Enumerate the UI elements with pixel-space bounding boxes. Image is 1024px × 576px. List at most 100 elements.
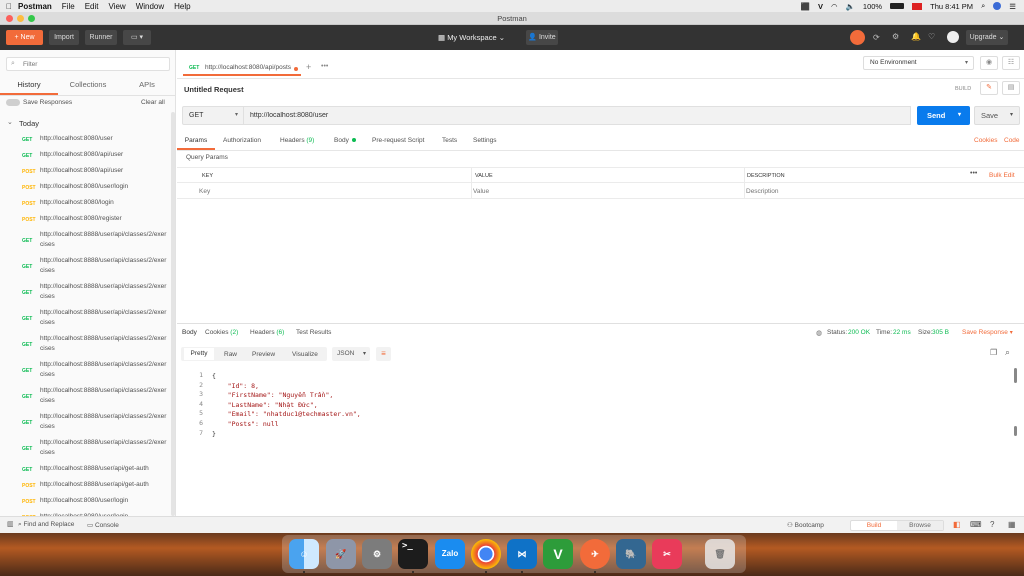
environment-quick-look-button[interactable]: ◉ (980, 56, 998, 70)
manage-environments-button[interactable]: ☷ (1002, 56, 1020, 70)
history-item[interactable]: GET http://localhost:8888/user/api/classe… (0, 412, 172, 438)
keyboard-shortcuts-icon[interactable]: ⌨ (970, 520, 982, 529)
history-item[interactable]: GET http://localhost:8080/api/user (0, 150, 172, 166)
chrome-icon[interactable] (471, 539, 501, 569)
filter-box[interactable]: ⌕ (6, 57, 170, 71)
documentation-button[interactable]: ▤ (1002, 81, 1020, 95)
response-tab-cookies[interactable]: Cookies (2) (205, 329, 238, 336)
status-app-icon[interactable]: ⬛ (801, 2, 810, 11)
sidebar-scrollbar[interactable] (171, 112, 175, 516)
code-link[interactable]: Code (1004, 137, 1020, 144)
save-responses-toggle[interactable] (6, 99, 20, 106)
build-toggle[interactable]: Build (851, 521, 897, 530)
system-preferences-icon[interactable]: ⚙ (362, 539, 392, 569)
two-pane-view-icon[interactable]: ◧ (953, 520, 961, 529)
terminal-icon[interactable]: >_ (398, 539, 428, 569)
tab-tests[interactable]: Tests (442, 137, 457, 144)
battery-percent[interactable]: 100% (863, 2, 882, 11)
history-item[interactable]: GET http://localhost:8888/user/api/classe… (0, 282, 172, 308)
history-item[interactable]: POST http://localhost:8080/login (0, 198, 172, 214)
clock[interactable]: Thu 8:41 PM (930, 2, 973, 11)
response-tab-body[interactable]: Body (182, 329, 197, 336)
vscode-icon[interactable]: ⋈ (507, 539, 537, 569)
postgresql-icon[interactable]: 🐘 (616, 539, 646, 569)
spotlight-search-icon[interactable]: ⌕ (981, 1, 985, 11)
menu-edit[interactable]: Edit (85, 2, 99, 11)
history-item[interactable]: POST http://localhost:8080/user/login (0, 182, 172, 198)
profile-avatar[interactable] (947, 31, 959, 43)
interceptor-icon[interactable]: ⟳ (873, 33, 880, 42)
minimize-window-icon[interactable] (17, 15, 24, 22)
response-body-code[interactable]: 1 {2 "Id": 8, 3 "FirstName": "Nguyễn Trần"… (177, 367, 1024, 487)
bootcamp-button[interactable]: ⚇ Bootcamp (787, 521, 824, 529)
history-item[interactable]: GET http://localhost:8888/user/api/classe… (0, 308, 172, 334)
tab-headers[interactable]: Headers (9) (280, 137, 314, 144)
add-tab-icon[interactable]: + (306, 62, 311, 72)
help-icon[interactable]: ? (990, 520, 994, 529)
history-item[interactable]: GET http://localhost:8888/user/api/get-au… (0, 464, 172, 480)
search-icon[interactable]: ⌕ (1005, 347, 1010, 358)
chevron-down-icon[interactable]: ▾ (1010, 107, 1013, 124)
tab-history[interactable]: History (0, 77, 58, 95)
request-tab[interactable]: GET http://localhost:8080/api/posts (183, 61, 301, 76)
history-item[interactable]: GET http://localhost:8888/user/api/classe… (0, 386, 172, 412)
filter-input[interactable] (23, 60, 163, 69)
menu-file[interactable]: File (62, 2, 75, 11)
copy-icon[interactable]: ❐ (990, 348, 997, 357)
tab-pre-request-script[interactable]: Pre-request Script (372, 137, 424, 144)
import-button[interactable]: Import (49, 30, 79, 45)
toggle-sidebar-icon[interactable]: ▥ (7, 520, 14, 528)
tab-settings[interactable]: Settings (473, 137, 497, 144)
notifications-bell-icon[interactable]: 🔔 (911, 32, 921, 41)
bulk-edit-link[interactable]: Bulk Edit (989, 172, 1015, 179)
cookies-link[interactable]: Cookies (974, 137, 997, 144)
console-button[interactable]: ▭ Console (87, 521, 119, 529)
runner-button[interactable]: Runner (85, 30, 117, 45)
clear-all-link[interactable]: Clear all (141, 99, 165, 106)
volume-icon[interactable]: 🔈 (846, 2, 855, 11)
browse-toggle[interactable]: Browse (897, 521, 943, 530)
launchpad-icon[interactable]: 🚀 (326, 539, 356, 569)
settings-gear-icon[interactable]: ⚙ (892, 32, 899, 41)
history-item[interactable]: GET http://localhost:8888/user/api/classe… (0, 360, 172, 386)
param-description-input[interactable] (746, 185, 1014, 197)
tab-params[interactable]: Params (177, 135, 215, 150)
new-window-button[interactable]: ▭ ▾ (123, 30, 151, 45)
view-raw[interactable]: Raw (224, 351, 237, 358)
control-center-icon[interactable]: ☰ (1009, 2, 1016, 11)
view-preview[interactable]: Preview (252, 351, 275, 358)
screen-capture-icon[interactable]: ✂ (652, 539, 682, 569)
view-visualize[interactable]: Visualize (292, 351, 318, 358)
history-item[interactable]: GET http://localhost:8888/user/api/classe… (0, 256, 172, 282)
wifi-icon[interactable]: ◠ (831, 2, 838, 11)
battery-icon[interactable] (890, 3, 905, 9)
menu-app-name[interactable]: Postman (18, 2, 52, 11)
history-item[interactable]: POST http://localhost:8888/user/api/get-a… (0, 480, 172, 496)
history-item[interactable]: GET http://localhost:8888/user/api/classe… (0, 334, 172, 360)
url-input[interactable] (244, 106, 911, 125)
wrap-lines-button[interactable]: ≡ (376, 347, 391, 361)
menu-help[interactable]: Help (174, 2, 190, 11)
sync-status-icon[interactable] (850, 30, 865, 45)
tab-collections[interactable]: Collections (58, 77, 118, 95)
save-button[interactable]: Save ▾ (974, 106, 1020, 125)
environment-select[interactable]: No Environment ▾ (863, 56, 974, 70)
method-select[interactable]: GET ▾ (182, 106, 244, 125)
close-window-icon[interactable] (6, 15, 13, 22)
layout-icon[interactable]: ▦ (1008, 520, 1016, 529)
workspace-switcher[interactable]: ▦ My Workspace ⌄ (438, 30, 505, 45)
tab-body[interactable]: Body (334, 137, 356, 144)
chevron-down-icon[interactable]: ⌄ (7, 118, 13, 126)
trash-icon[interactable]: 🗑 (705, 539, 735, 569)
param-key-input[interactable] (199, 185, 467, 197)
response-tab-test-results[interactable]: Test Results (296, 329, 331, 336)
response-tab-headers[interactable]: Headers (6) (250, 329, 284, 336)
more-tabs-icon[interactable]: ••• (321, 63, 328, 70)
finder-icon[interactable]: ☺ (289, 539, 319, 569)
param-value-input[interactable] (473, 185, 741, 197)
format-select[interactable]: JSON ▾ (332, 347, 370, 361)
edit-request-button[interactable]: ✎ (980, 81, 998, 95)
send-button[interactable]: Send ▾ (917, 106, 970, 125)
input-flag-icon[interactable] (912, 2, 923, 10)
chevron-down-icon[interactable]: ▾ (958, 106, 961, 125)
